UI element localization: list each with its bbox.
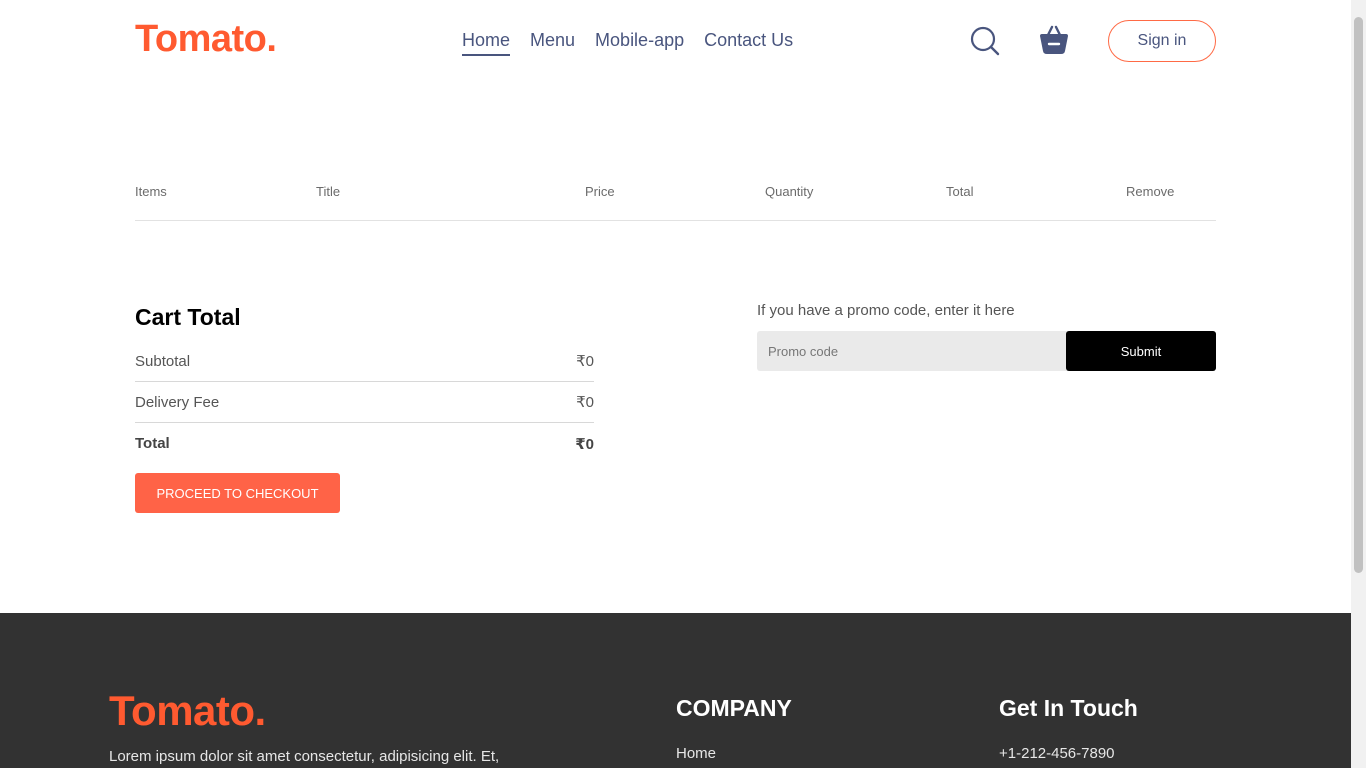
basket-icon[interactable] [1038, 24, 1070, 56]
footer-phone: +1-212-456-7890 [999, 745, 1115, 762]
nav-home[interactable]: Home [462, 30, 511, 56]
footer-description: Lorem ipsum dolor sit amet consectetur, … [109, 748, 500, 765]
promo-submit-button[interactable]: Submit [1066, 331, 1216, 371]
promo-code-box: Submit [757, 331, 1216, 371]
promo-label: If you have a promo code, enter it here [757, 302, 1015, 319]
delivery-fee-label: Delivery Fee [135, 393, 220, 411]
nav-contact-us[interactable]: Contact Us [704, 30, 793, 56]
total-value: ₹0 [575, 435, 594, 453]
subtotal-row: Subtotal ₹0 [135, 341, 594, 382]
column-remove: Remove [1126, 184, 1175, 199]
cart-table-header: Items Title Price Quantity Total Remove [135, 184, 1216, 221]
cart-total-title: Cart Total [135, 304, 241, 330]
column-quantity: Quantity [765, 184, 814, 199]
sign-in-button[interactable]: Sign in [1108, 20, 1216, 62]
footer-get-in-touch-heading: Get In Touch [999, 695, 1138, 721]
proceed-to-checkout-button[interactable]: PROCEED TO CHECKOUT [135, 473, 340, 513]
footer-company-heading: COMPANY [676, 695, 792, 721]
footer-logo: Tomato. [109, 687, 266, 734]
subtotal-value: ₹0 [576, 353, 594, 370]
search-icon[interactable] [970, 26, 1000, 56]
column-price: Price [585, 184, 615, 199]
nav-menu[interactable]: Menu [530, 30, 575, 56]
total-label: Total [135, 435, 170, 452]
logo[interactable]: Tomato. [135, 18, 277, 61]
footer: Tomato. Lorem ipsum dolor sit amet conse… [0, 613, 1351, 768]
total-row: Total ₹0 [135, 423, 594, 464]
column-items: Items [135, 184, 167, 199]
column-title: Title [316, 184, 341, 199]
main-nav: Home Menu Mobile-app Contact Us [462, 30, 793, 56]
page-scrollbar[interactable] [1351, 0, 1366, 768]
nav-mobile-app[interactable]: Mobile-app [595, 30, 684, 56]
promo-code-input[interactable] [757, 331, 1066, 371]
footer-link-home[interactable]: Home [676, 745, 716, 762]
scrollbar-thumb[interactable] [1354, 17, 1363, 573]
delivery-fee-value: ₹0 [576, 394, 594, 411]
subtotal-label: Subtotal [135, 352, 191, 370]
column-total: Total [946, 184, 974, 199]
delivery-fee-row: Delivery Fee ₹0 [135, 382, 594, 423]
